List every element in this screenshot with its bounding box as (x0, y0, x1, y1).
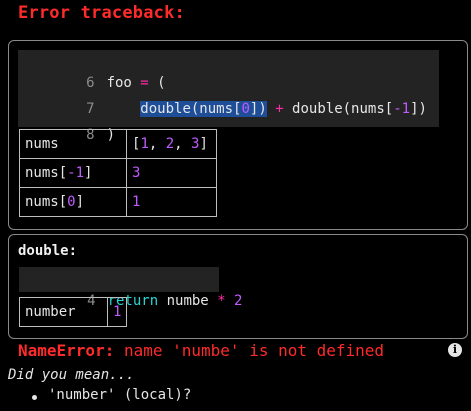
code-line: 6 foo = ( (18, 50, 165, 91)
var-value: [1, 2, 3] (126, 129, 217, 159)
code-snippet: 4 return numbe * 2 (19, 267, 242, 309)
var-value: 3 (126, 158, 217, 188)
traceback-title: Error traceback: (18, 3, 185, 23)
suggestion-item: 'number' (local)? (48, 387, 192, 403)
info-icon[interactable]: i (448, 343, 462, 357)
code-line: 4 return numbe * 2 (19, 268, 242, 309)
traceback-frame-1: 6 foo = ( 7 double(nums[0]) + double(nums… (8, 40, 468, 230)
function-name: double: (18, 243, 78, 259)
code-line: 8) (18, 102, 115, 143)
code-text: double(nums[0]) + double(nums[-1]) (140, 101, 427, 117)
bullet-icon (32, 395, 37, 400)
var-name: nums[-1] (19, 158, 127, 188)
table-row: nums [1, 2, 3] (19, 129, 217, 159)
error-message: NameError: name 'numbe' is not defined (18, 341, 384, 360)
table-row: number 1 (19, 297, 128, 327)
variables-table: number 1 (19, 297, 128, 327)
var-name: nums[0] (19, 187, 127, 217)
highlighted-expression: double(nums[0]) (140, 101, 267, 117)
error-type: NameError: (18, 341, 115, 360)
variables-table: nums [1, 2, 3] nums[-1] 3 nums[0] 1 (19, 129, 217, 217)
did-you-mean-label: Did you mean... (8, 367, 135, 383)
code-line-highlighted: 7 double(nums[0]) + double(nums[-1]) (18, 76, 427, 117)
var-value: 1 (106, 297, 128, 327)
var-name: number (19, 297, 108, 327)
error-text: name 'numbe' is not defined (114, 341, 385, 360)
traceback-frame-2: double: 4 return numbe * 2 number 1 (8, 234, 468, 339)
var-name: nums (19, 129, 127, 159)
var-value: 1 (126, 187, 217, 217)
table-row: nums[-1] 3 (19, 158, 217, 188)
table-row: nums[0] 1 (19, 187, 217, 217)
code-snippet: 6 foo = ( 7 double(nums[0]) + double(nums… (18, 50, 439, 143)
